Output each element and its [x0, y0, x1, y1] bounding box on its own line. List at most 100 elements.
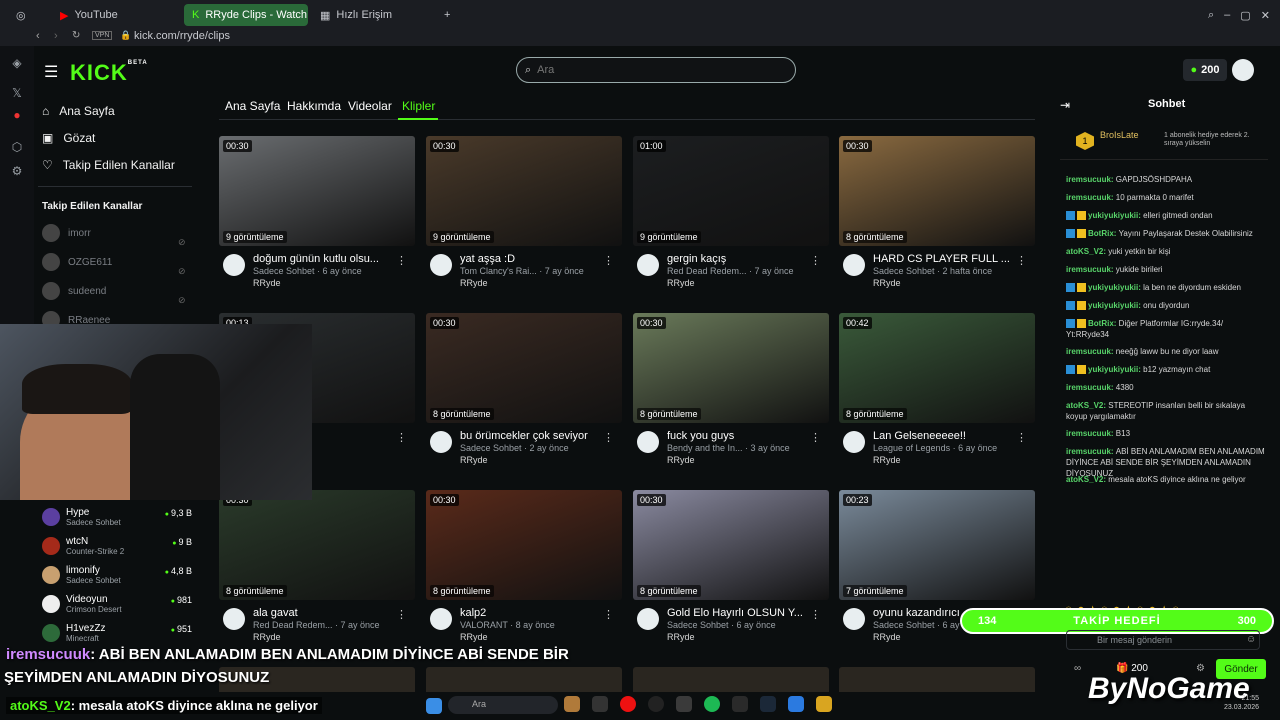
chat-username[interactable]: iremsucuuk: [1066, 429, 1111, 438]
clip-thumbnail[interactable]: 00:30 9 görüntüleme: [219, 136, 415, 246]
search-icon[interactable]: ⌕: [1208, 9, 1214, 22]
recommended-channel[interactable]: HypeSadece Sohbet9,3 B: [42, 506, 192, 528]
chat-username[interactable]: atoKS_V2: [1066, 475, 1103, 484]
followed-channel[interactable]: sudeend: [42, 282, 106, 300]
tab-about[interactable]: Hakkımda: [287, 99, 341, 113]
explorer-icon[interactable]: [564, 696, 580, 712]
windows-start-icon[interactable]: [426, 698, 442, 714]
chat-username[interactable]: atoKS_V2: [1066, 247, 1103, 256]
clip-channel[interactable]: RRyde: [667, 278, 695, 288]
more-options-icon[interactable]: ⋮: [396, 608, 407, 621]
clip-channel[interactable]: RRyde: [667, 632, 695, 642]
nav-home[interactable]: ⌂ Ana Sayfa: [42, 104, 115, 118]
clip-thumbnail[interactable]: 00:30 8 görüntüleme: [426, 490, 622, 600]
search-box[interactable]: ⌕: [516, 57, 796, 83]
clip-channel[interactable]: RRyde: [460, 455, 488, 465]
collapse-chat-icon[interactable]: ⇥: [1060, 98, 1070, 112]
cube-icon[interactable]: ⬡: [8, 138, 26, 156]
steam-icon[interactable]: [760, 696, 776, 712]
recommended-channel[interactable]: wtcNCounter-Strike 29 B: [42, 535, 192, 557]
clip-card[interactable]: 00:30 9 görüntüleme doğum günün kutlu olsu…: [219, 136, 415, 296]
app-icon[interactable]: [732, 696, 748, 712]
clip-card[interactable]: 00:30 8 görüntüleme bu örümcekler çok sevi…: [426, 313, 622, 473]
clip-thumbnail[interactable]: 00:30 8 görüntüleme: [633, 490, 829, 600]
clip-thumbnail[interactable]: 00:30 8 görüntüleme: [219, 490, 415, 600]
clip-title[interactable]: Gold Elo Hayırlı OLSUN Y...: [667, 607, 817, 619]
more-options-icon[interactable]: ⋮: [396, 431, 407, 444]
clip-channel[interactable]: RRyde: [460, 278, 488, 288]
clip-channel[interactable]: RRyde: [460, 632, 488, 642]
user-avatar[interactable]: [1232, 59, 1254, 81]
clip-channel[interactable]: RRyde: [667, 455, 695, 465]
clip-card[interactable]: 00:30 8 görüntüleme ala gavat Red Dead Rede…: [219, 490, 415, 650]
chat-username[interactable]: iremsucuuk: [1066, 265, 1111, 274]
clip-title[interactable]: Lan Gelseneeeee!!: [873, 430, 1023, 442]
followed-channel[interactable]: OZGE611: [42, 253, 112, 271]
tab-clips[interactable]: Klipler: [402, 99, 435, 113]
channel-avatar[interactable]: [843, 608, 865, 630]
more-options-icon[interactable]: ⋮: [1016, 254, 1027, 267]
clip-title[interactable]: kalp2: [460, 607, 610, 619]
aria-icon[interactable]: ◈: [8, 54, 26, 72]
clip-channel[interactable]: RRyde: [253, 278, 281, 288]
chat-username[interactable]: iremsucuuk: [1066, 193, 1111, 202]
more-options-icon[interactable]: ⋮: [603, 254, 614, 267]
obs-icon[interactable]: [648, 696, 664, 712]
clip-thumbnail[interactable]: 00:30 8 görüntüleme: [839, 136, 1035, 246]
clip-thumbnail[interactable]: 00:30 8 görüntüleme: [633, 313, 829, 423]
taskbar-search[interactable]: Ara: [448, 696, 558, 714]
clip-thumbnail[interactable]: [633, 667, 829, 692]
clip-card[interactable]: 00:42 8 görüntüleme Lan Gelseneeeee!! Leagu…: [839, 313, 1035, 473]
clip-card[interactable]: 00:30 8 görüntüleme kalp2 VALORANT · 8 ay ö…: [426, 490, 622, 650]
tab-videos[interactable]: Videolar: [348, 99, 392, 113]
channel-avatar[interactable]: [843, 254, 865, 276]
tab-quick-access[interactable]: ▦ Hızlı Erişim: [312, 4, 432, 26]
clip-title[interactable]: ala gavat: [253, 607, 403, 619]
clip-thumbnail[interactable]: 00:30 8 görüntüleme: [426, 313, 622, 423]
chat-username[interactable]: atoKS_V2: [1066, 401, 1103, 410]
chat-username[interactable]: yukiyukiyukii: [1088, 301, 1138, 310]
clip-card[interactable]: 00:30 8 görüntüleme Gold Elo Hayırlı OLSUN…: [633, 490, 829, 650]
chat-username[interactable]: iremsucuuk: [1066, 175, 1111, 184]
recommended-channel[interactable]: H1vezZzMinecraft951: [42, 622, 192, 644]
channel-avatar[interactable]: [637, 608, 659, 630]
clip-title[interactable]: HARD CS PLAYER FULL ...: [873, 253, 1023, 265]
record-icon[interactable]: ●: [8, 106, 26, 124]
channel-avatar[interactable]: [843, 431, 865, 453]
recommended-channel[interactable]: VideoyunCrimson Desert981: [42, 593, 192, 615]
channel-avatar[interactable]: [223, 254, 245, 276]
app-icon[interactable]: [788, 696, 804, 712]
new-tab-button[interactable]: +: [436, 4, 456, 26]
chat-username[interactable]: yukiyukiyukii: [1088, 211, 1138, 220]
opera-icon[interactable]: [620, 696, 636, 712]
channel-avatar[interactable]: [223, 608, 245, 630]
chat-username[interactable]: BotRix: [1088, 319, 1114, 328]
emoji-icon[interactable]: ☺: [1246, 634, 1256, 645]
nav-browse[interactable]: ▣ Gözat: [42, 131, 95, 145]
pinned-gift-banner[interactable]: 1 BroIsLate 1 abonelik hediye ederek 2. …: [1060, 124, 1268, 160]
chat-username[interactable]: yukiyukiyukii: [1088, 365, 1138, 374]
search-input[interactable]: [537, 64, 778, 76]
menu-icon[interactable]: ☰: [44, 62, 58, 82]
recommended-channel[interactable]: limonifySadece Sohbet4,8 B: [42, 564, 192, 586]
more-options-icon[interactable]: ⋮: [810, 431, 821, 444]
channel-avatar[interactable]: [430, 254, 452, 276]
url-text[interactable]: kick.com/rryde/clips: [134, 30, 230, 42]
spotify-icon[interactable]: [704, 696, 720, 712]
kick-logo[interactable]: KICKBETA: [70, 60, 148, 86]
maximize-icon[interactable]: ▢: [1240, 9, 1250, 22]
clip-card[interactable]: 01:00 9 görüntüleme gergin kaçış Red Dead R…: [633, 136, 829, 296]
back-icon[interactable]: ‹: [36, 30, 40, 42]
settings-icon[interactable]: ⚙: [8, 162, 26, 180]
more-options-icon[interactable]: ⋮: [396, 254, 407, 267]
forward-icon[interactable]: ›: [54, 30, 58, 42]
more-options-icon[interactable]: ⋮: [810, 608, 821, 621]
x-twitter-icon[interactable]: 𝕏: [8, 84, 26, 102]
clip-title[interactable]: gergin kaçış: [667, 253, 817, 265]
clip-title[interactable]: yat aşşa :D: [460, 253, 610, 265]
minimize-icon[interactable]: –: [1224, 9, 1230, 21]
followed-channel[interactable]: imorr: [42, 224, 91, 242]
chat-username[interactable]: iremsucuuk: [1066, 347, 1111, 356]
clip-thumbnail[interactable]: 00:42 8 görüntüleme: [839, 313, 1035, 423]
clip-title[interactable]: bu örümcekler çok seviyor: [460, 430, 610, 442]
